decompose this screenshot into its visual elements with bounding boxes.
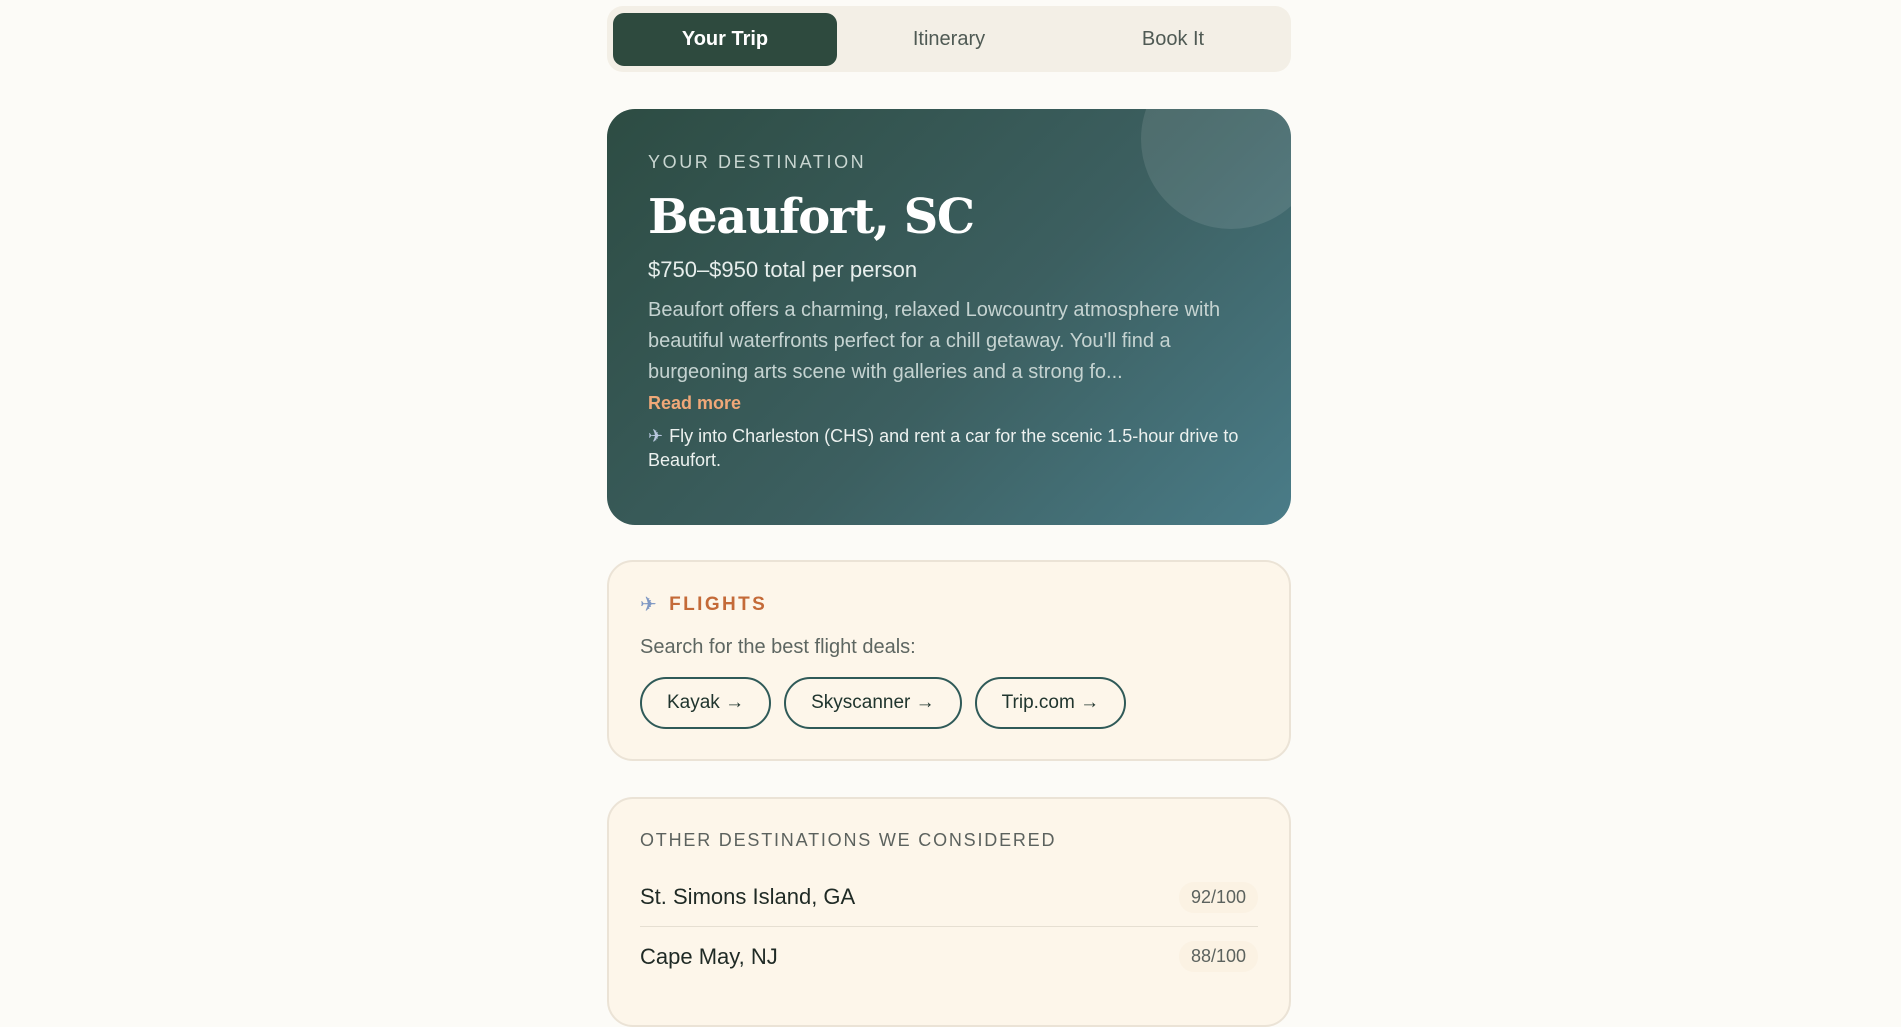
travel-note: ✈ Fly into Charleston (CHS) and rent a ca… [648,424,1258,472]
score-badge: 92/100 [1178,881,1258,913]
destination-description: Beaufort offers a charming, relaxed Lowc… [648,299,1221,383]
tripcom-link-button[interactable]: Trip.com → [974,677,1127,729]
flights-title: FLIGHTS [669,593,768,615]
list-item: Cape May, NJ 88/100 [640,927,1258,986]
flights-subtitle: Search for the best flight deals: [640,636,916,658]
destination-title: Beaufort, SC [648,189,975,245]
skyscanner-link-button[interactable]: Skyscanner → [784,677,962,729]
destination-name: St. Simons Island, GA [640,884,856,909]
other-destinations-card: OTHER DESTINATIONS WE CONSIDERED St. Sim… [607,797,1291,1027]
travel-note-text: Fly into Charleston (CHS) and rent a car… [648,426,1239,470]
destination-hero-card: YOUR DESTINATION Beaufort, SC $750–$950 … [607,109,1291,525]
tab-itinerary[interactable]: Itinerary [837,13,1061,66]
flights-card: ✈ FLIGHTS Search for the best flight dea… [607,560,1291,761]
airplane-icon: ✈ [640,594,660,616]
destination-name: Cape May, NJ [640,943,778,969]
airplane-icon: ✈ [648,426,664,446]
destination-list: St. Simons Island, GA 92/100 Cape May, N… [640,868,1258,986]
list-item: St. Simons Island, GA 92/100 [640,868,1258,927]
kayak-link-button[interactable]: Kayak → [640,677,772,729]
price-range: $750–$950 total per person [648,257,918,282]
tab-bar: Your Trip Itinerary Book It [607,6,1291,72]
read-more-link[interactable]: Read more [648,393,741,414]
other-destinations-title: OTHER DESTINATIONS WE CONSIDERED [640,830,1057,850]
tab-book-it[interactable]: Book It [1061,13,1285,66]
flights-heading: ✈ FLIGHTS [640,592,1258,617]
score-badge: 88/100 [1178,941,1258,972]
tab-your-trip[interactable]: Your Trip [613,13,837,66]
flight-search-links: Kayak → Skyscanner → Trip.com → [640,677,1258,729]
